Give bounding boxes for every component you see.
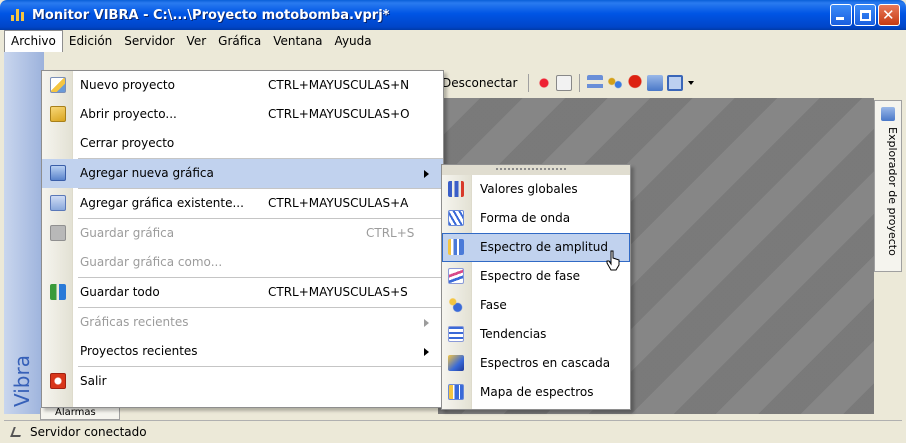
bar-chart-icon [448,181,464,197]
exit-icon [50,373,66,389]
menu-edicion[interactable]: Edición [63,31,118,52]
title-bar[interactable]: Monitor VIBRA - C:\...\Proyecto motobomb… [0,0,906,30]
trend-icon [448,326,464,342]
menu-ayuda[interactable]: Ayuda [329,31,378,52]
menu-item-guardar-grafica[interactable]: Guardar gráfica CTRL+S [42,219,443,248]
alarm-tab-label: Alarmas [55,408,96,418]
status-bar: Servidor conectado [4,420,902,443]
new-project-icon [50,77,66,93]
phase-spectrum-icon [448,268,464,284]
menu-ver[interactable]: Ver [181,31,213,52]
submenu-item-forma-de-onda[interactable]: Forma de onda [442,204,630,233]
open-folder-icon [50,106,66,122]
save-all-icon [50,284,66,300]
app-bars-icon [10,7,26,23]
waveform-icon [448,210,464,226]
maximize-button[interactable] [854,4,876,26]
explorer-tab-label: Explorador de proyecto [886,127,899,256]
spectrum-map-icon [448,384,464,400]
submenu-item-mapa-de-espectros[interactable]: Mapa de espectros [442,378,630,407]
menu-item-cerrar-proyecto[interactable]: Cerrar proyecto [42,129,443,158]
report-icon[interactable] [556,75,573,91]
minimize-button[interactable] [830,4,852,26]
toolbar-separator [579,74,581,92]
explorer-tab[interactable]: Explorador de proyecto [874,100,902,272]
menu-ventana[interactable]: Ventana [267,31,328,52]
submenu-arrow-icon [424,319,433,327]
submenu-arrow-icon [424,170,433,178]
left-panel: Vibra [4,52,44,414]
menu-item-agregar-grafica-existente[interactable]: Agregar gráfica existente... CTRL+MAYUSC… [42,189,443,218]
save-icon [50,225,66,241]
menu-bar: Archivo Edición Servidor Ver Gráfica Ven… [4,30,902,52]
menu-grafica[interactable]: Gráfica [212,31,267,52]
existing-chart-icon [50,195,66,211]
connection-icon [10,425,24,439]
vibra-brand: Vibra [10,355,34,407]
menu-item-graficas-recientes[interactable]: Gráficas recientes [42,308,443,337]
toolbar: Desconectar [438,70,695,96]
submenu-arrow-icon [424,348,433,356]
align-icon[interactable] [587,75,604,91]
submenu-item-valores-globales[interactable]: Valores globales [442,175,630,204]
menu-archivo[interactable]: Archivo [4,30,63,52]
toolbar-separator [528,74,530,92]
menu-item-guardar-todo[interactable]: Guardar todo CTRL+MAYUSCULAS+S [42,278,443,307]
alarm-tab[interactable]: Alarmas [40,408,120,420]
menu-item-salir[interactable]: Salir [42,367,443,396]
phase-icon [448,297,464,313]
network-icon[interactable] [607,75,624,91]
menu-item-abrir-proyecto[interactable]: Abrir proyecto... CTRL+MAYUSCULAS+O [42,100,443,129]
status-text: Servidor conectado [30,425,147,439]
window-title: Monitor VIBRA - C:\...\Proyecto motobomb… [32,7,390,23]
add-chart-submenu: Valores globales Forma de onda Espectro … [441,164,631,410]
file-menu: Nuevo proyecto CTRL+MAYUSCULAS+N Abrir p… [41,70,444,408]
alarm-icon[interactable] [627,75,644,91]
close-button[interactable]: ✕ [878,4,900,26]
chart-window-icon[interactable] [647,75,664,91]
window-icon[interactable] [667,75,684,91]
explorer-icon [881,107,895,121]
submenu-item-tendencias[interactable]: Tendencias [442,320,630,349]
amplitude-spectrum-icon [448,239,464,255]
toolbar-overflow-icon[interactable] [687,78,695,88]
menu-servidor[interactable]: Servidor [118,31,180,52]
submenu-item-fase[interactable]: Fase [442,291,630,320]
menu-item-guardar-grafica-como[interactable]: Guardar gráfica como... [42,248,443,277]
menu-item-agregar-nueva-grafica[interactable]: Agregar nueva gráfica [42,159,443,188]
submenu-item-espectro-de-amplitud[interactable]: Espectro de amplitud [442,233,630,262]
menu-item-proyectos-recientes[interactable]: Proyectos recientes [42,337,443,366]
submenu-item-espectros-en-cascada[interactable]: Espectros en cascada [442,349,630,378]
submenu-grip[interactable] [442,165,630,175]
record-icon[interactable] [536,75,553,91]
cascade-icon [448,355,464,371]
submenu-item-espectro-de-fase[interactable]: Espectro de fase [442,262,630,291]
add-chart-icon [50,165,66,181]
disconnect-button[interactable]: Desconectar [438,76,521,90]
mouse-cursor-icon [606,250,620,271]
menu-item-nuevo-proyecto[interactable]: Nuevo proyecto CTRL+MAYUSCULAS+N [42,71,443,100]
